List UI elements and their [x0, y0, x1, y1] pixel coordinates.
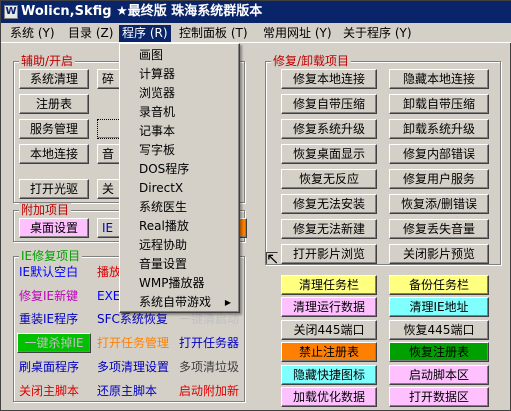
start-script-area-button[interactable]: 启动脚本区	[389, 365, 489, 385]
repair-group-title: 修复/卸载项目	[271, 54, 352, 68]
local-connection-button[interactable]: 本地连接	[19, 144, 89, 164]
close-main-script[interactable]: 关闭主脚本	[19, 383, 79, 399]
ie-exe[interactable]: EXE	[97, 288, 120, 304]
uninstall-system-update-button[interactable]: 卸载系统升级	[389, 119, 489, 139]
menu-item-recorder[interactable]: 录音机	[122, 103, 237, 122]
close-video-preview-button[interactable]: 关闭影片预览	[389, 244, 489, 264]
menu-item-real-player[interactable]: Real播放	[122, 217, 237, 236]
clean-taskbar-button[interactable]: 清理任务栏	[281, 275, 377, 295]
ie-reinstall[interactable]: 重装IE程序	[19, 311, 78, 327]
close-port-445-button[interactable]: 关闭445端口	[281, 320, 377, 340]
ie-group-title: IE修复项目	[19, 249, 83, 263]
ie-play[interactable]: 播放	[97, 264, 121, 280]
ie-default-blank[interactable]: IE默认空白	[19, 264, 78, 280]
fix-cannot-create-button[interactable]: 修复无法新建	[281, 219, 377, 239]
open-cdrom-button[interactable]: 打开光驱	[19, 179, 89, 199]
menu-bar: 系统 (Y) 目录 (Z) 程序 (R) 控制面板 (T) 常用网址 (Y) 关…	[1, 23, 511, 43]
restore-registry-button[interactable]: 恢复注册表	[389, 342, 489, 362]
menu-item-dos[interactable]: DOS程序	[122, 160, 237, 179]
restore-main-script[interactable]: 还原主脚本	[97, 383, 157, 399]
menu-item-wordpad[interactable]: 写字板	[122, 141, 237, 160]
fix-local-connection-button[interactable]: 修复本地连接	[281, 69, 377, 89]
menu-item-games[interactable]: 系统自带游戏 ▶	[122, 293, 237, 312]
menu-item-system-doctor[interactable]: 系统医生	[122, 198, 237, 217]
menu-item-browser[interactable]: 浏览器	[122, 84, 237, 103]
hide-shortcut-icons-button[interactable]: 隐藏快捷图标	[281, 365, 377, 385]
kill-ie-button[interactable]: 一键杀掉IE	[17, 333, 91, 353]
helper-group-title: 辅助/开启	[19, 54, 76, 68]
main-window: W Wolicn,Skfig ★最终版 珠海系统群版本 系统 (Y) 目录 (Z…	[0, 0, 511, 411]
fix-user-service-button[interactable]: 修复用户服务	[389, 169, 489, 189]
start-addon-new[interactable]: 启动附加新	[179, 383, 239, 399]
menu-program[interactable]: 程序 (R)	[119, 25, 171, 42]
program-dropdown-menu: 画图 计算器 浏览器 录音机 记事本 写字板 DOS程序 DirectX 系统医…	[119, 43, 240, 313]
fix-lost-volume-button[interactable]: 修复丢失音量	[389, 219, 489, 239]
window-title: Wolicn,Skfig ★最终版 珠海系统群版本	[21, 4, 263, 19]
mouse-cursor-icon: ⇱	[265, 249, 279, 268]
menu-item-volume[interactable]: 音量设置	[122, 255, 237, 274]
system-clean-button[interactable]: 系统清理	[19, 69, 89, 89]
menu-item-calculator[interactable]: 计算器	[122, 65, 237, 84]
clean-ie-address-button[interactable]: 清理IE地址	[389, 297, 489, 317]
menu-item-notepad[interactable]: 记事本	[122, 122, 237, 141]
menu-directory[interactable]: 目录 (Z)	[65, 25, 116, 42]
menu-about[interactable]: 关于程序 (Y)	[340, 25, 415, 42]
title-bar[interactable]: W Wolicn,Skfig ★最终版 珠海系统群版本	[1, 1, 511, 23]
restore-no-response-button[interactable]: 恢复无反应	[281, 169, 377, 189]
menu-item-directx[interactable]: DirectX	[122, 179, 237, 198]
addon-group-title: 附加项目	[19, 203, 72, 217]
sfc-restore[interactable]: SFC系统恢复	[97, 311, 168, 327]
clean-run-data-button[interactable]: 清理运行数据	[281, 297, 377, 317]
disable-registry-button[interactable]: 禁止注册表	[281, 342, 377, 362]
open-video-browse-button[interactable]: 打开影片浏览	[281, 244, 377, 264]
menu-item-paint[interactable]: 画图	[122, 46, 237, 65]
fix-cannot-install-button[interactable]: 修复无法安装	[281, 194, 377, 214]
service-manage-button[interactable]: 服务管理	[19, 119, 89, 139]
hide-local-connection-button[interactable]: 隐藏本地连接	[389, 69, 489, 89]
menu-control-panel[interactable]: 控制面板 (T)	[176, 25, 251, 42]
restore-port-445-button[interactable]: 恢复445端口	[389, 320, 489, 340]
multi-clean-junk[interactable]: 多项清垃圾	[179, 359, 239, 375]
ie-fix-new-key[interactable]: 修复IE新键	[19, 288, 78, 304]
open-data-area-button[interactable]: 打开数据区	[389, 387, 489, 407]
menu-item-remote-assist[interactable]: 远程协助	[122, 236, 237, 255]
backup-taskbar-button[interactable]: 备份任务栏	[389, 275, 489, 295]
registry-button[interactable]: 注册表	[19, 94, 89, 114]
menu-common-urls[interactable]: 常用网址 (Y)	[260, 25, 335, 42]
menu-item-wmp[interactable]: WMP播放器	[122, 274, 237, 293]
menu-system[interactable]: 系统 (Y)	[7, 25, 58, 42]
multi-clean-settings[interactable]: 多项清理设置	[97, 359, 169, 375]
uninstall-builtin-zip-button[interactable]: 卸载自带压缩	[389, 94, 489, 114]
fix-internal-error-button[interactable]: 修复内部错误	[389, 144, 489, 164]
restore-add-remove-button[interactable]: 恢复添/删错误	[389, 194, 489, 214]
menu-item-games-label: 系统自带游戏	[139, 295, 212, 309]
open-task-manager[interactable]: 打开任务管理	[97, 335, 169, 351]
desktop-settings-button[interactable]: 桌面设置	[19, 218, 89, 238]
one-click-clean-startup[interactable]: 一键清启动	[179, 311, 239, 327]
submenu-arrow-icon: ▶	[224, 298, 231, 307]
fix-system-update-button[interactable]: 修复系统升级	[281, 119, 377, 139]
app-icon: W	[4, 5, 18, 19]
restore-desktop-display-button[interactable]: 恢复桌面显示	[281, 144, 377, 164]
load-optimize-data-button[interactable]: 加载优化数据	[281, 387, 377, 407]
fix-builtin-zip-button[interactable]: 修复自带压缩	[281, 94, 377, 114]
open-task-tool[interactable]: 打开任务器	[179, 335, 239, 351]
refresh-desktop[interactable]: 刷桌面程序	[19, 359, 79, 375]
